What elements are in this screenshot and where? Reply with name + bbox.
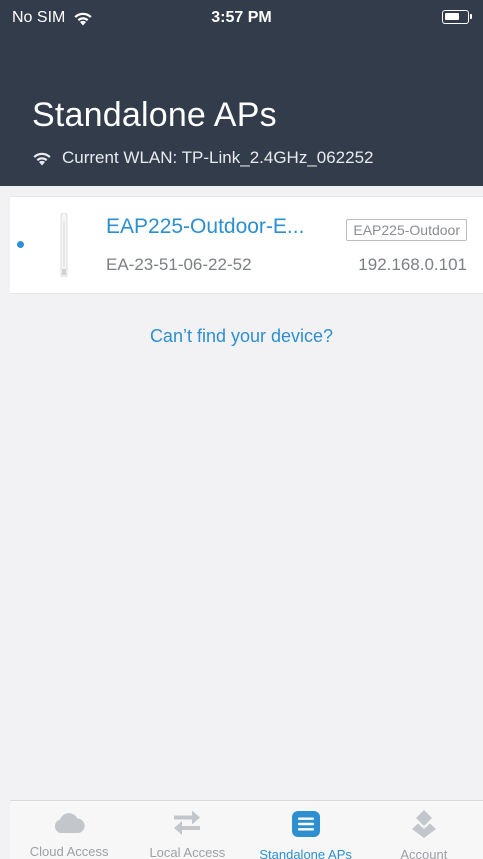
tab-account[interactable]: Account xyxy=(365,801,483,859)
cloud-icon xyxy=(52,810,86,835)
tab-label: Standalone APs xyxy=(259,847,352,859)
swap-arrows-icon xyxy=(170,810,204,836)
device-list-item[interactable]: EAP225-Outdoor-E... EAP225-Outdoor EA-23… xyxy=(10,196,483,294)
app-screen: No SIM 3:57 PM Standalone APs Current WL… xyxy=(0,0,483,859)
tab-standalone-aps[interactable]: Standalone APs xyxy=(247,801,365,859)
tab-bar: Cloud Access Local Access Standalone APs… xyxy=(10,800,483,859)
page-title: Standalone APs xyxy=(32,96,277,134)
tab-label: Local Access xyxy=(149,845,226,859)
status-bar: No SIM 3:57 PM xyxy=(0,0,483,36)
wlan-label: Current WLAN: TP-Link_2.4GHz_062252 xyxy=(62,148,374,167)
account-icon xyxy=(407,810,441,838)
device-mac-address: EA-23-51-06-22-52 xyxy=(106,255,252,274)
current-wlan: Current WLAN: TP-Link_2.4GHz_062252 xyxy=(32,148,374,168)
wifi-icon xyxy=(33,152,51,165)
battery-icon xyxy=(442,10,472,24)
device-name: EAP225-Outdoor-E... xyxy=(106,215,305,238)
device-ip-address: 192.168.0.101 xyxy=(358,255,467,274)
tab-cloud-access[interactable]: Cloud Access xyxy=(10,801,128,859)
cant-find-device-link[interactable]: Can’t find your device? xyxy=(0,326,483,347)
new-device-dot xyxy=(17,241,24,248)
access-point-image xyxy=(60,213,68,277)
device-model-badge: EAP225-Outdoor xyxy=(346,219,467,241)
tab-local-access[interactable]: Local Access xyxy=(128,801,246,859)
header: No SIM 3:57 PM Standalone APs Current WL… xyxy=(0,0,483,186)
status-time: 3:57 PM xyxy=(211,9,272,26)
list-icon xyxy=(289,810,323,838)
tab-label: Cloud Access xyxy=(29,844,109,859)
tab-label: Account xyxy=(400,847,448,859)
